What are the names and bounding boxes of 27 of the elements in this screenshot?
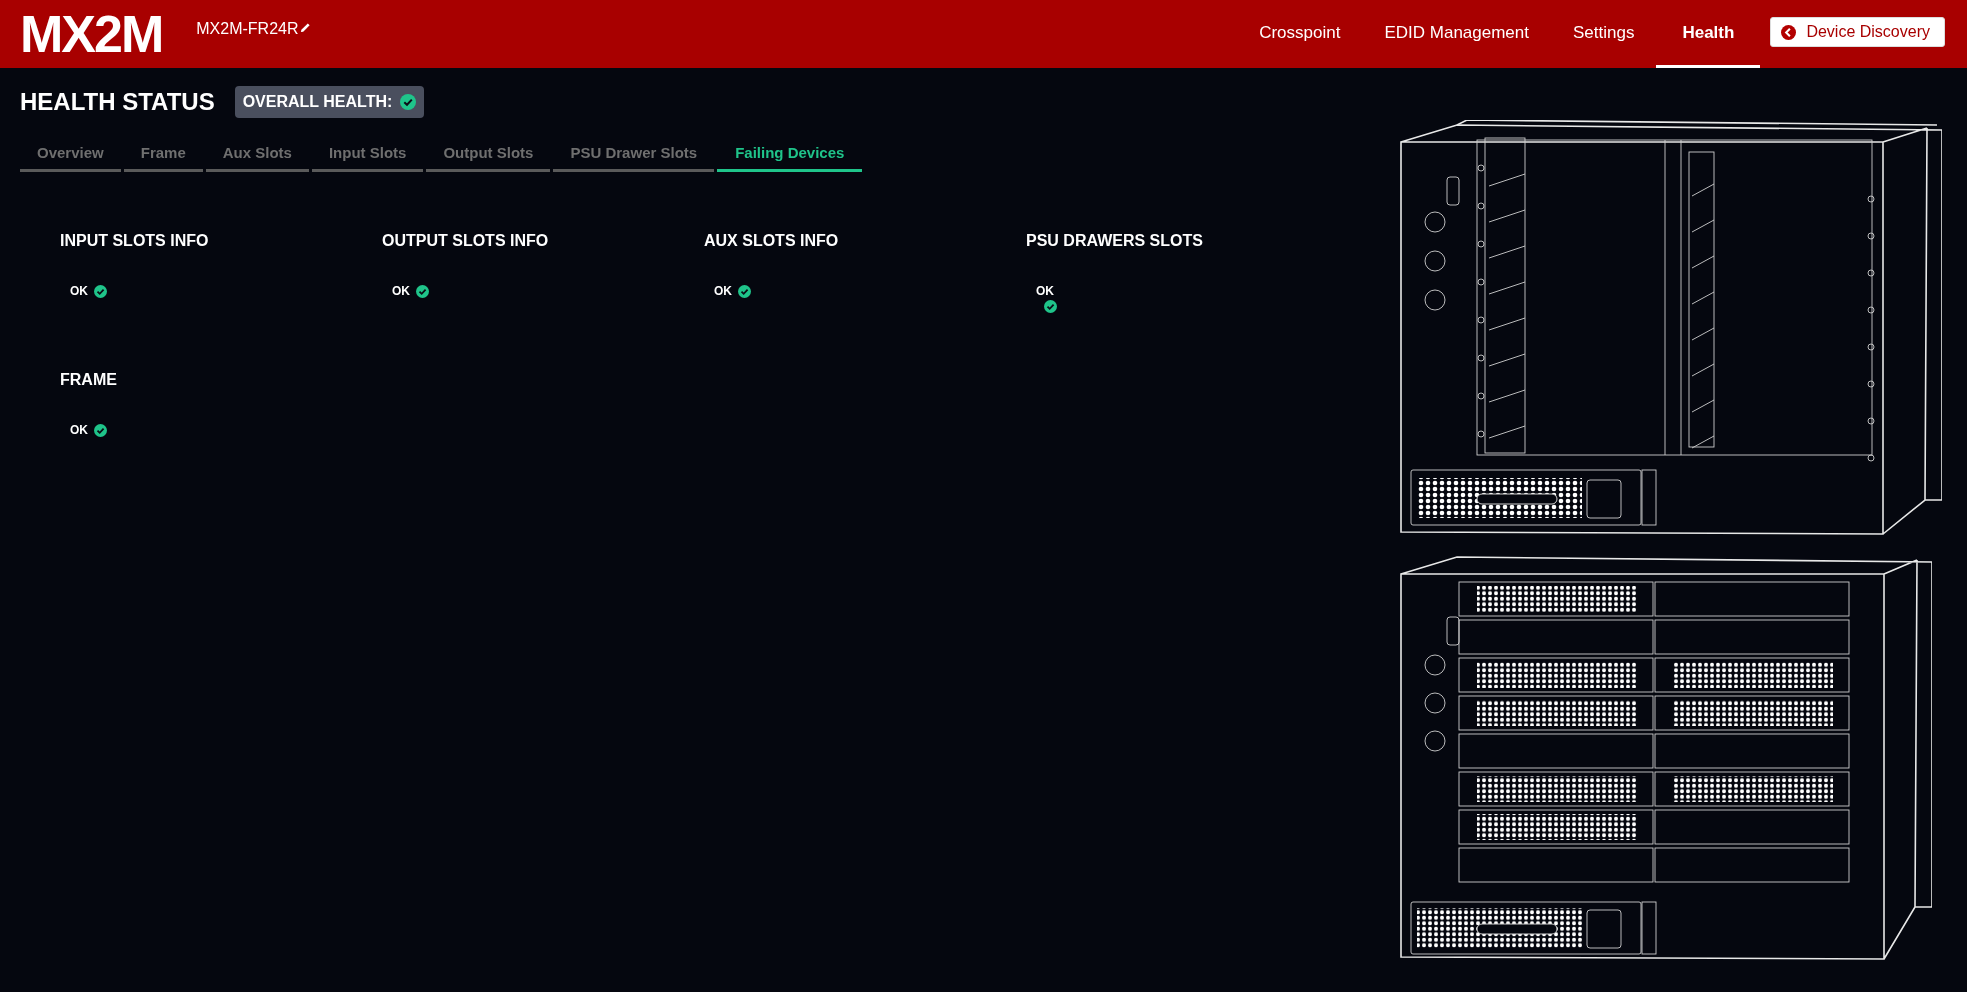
- status-text: OK: [70, 423, 88, 437]
- logo: MX2M: [20, 8, 163, 60]
- nav-link[interactable]: Health: [1656, 0, 1761, 68]
- status-text: OK: [70, 284, 88, 298]
- device-discovery-button[interactable]: Device Discovery: [1770, 17, 1945, 47]
- section-heading: PSU DRAWERS SLOTS: [1026, 232, 1204, 250]
- tab[interactable]: Input Slots: [311, 140, 424, 172]
- page-title: HEALTH STATUS: [20, 88, 215, 116]
- section-heading: OUTPUT SLOTS INFO: [382, 232, 550, 250]
- nav-link[interactable]: Settings: [1551, 0, 1657, 68]
- tab[interactable]: Failing Devices: [717, 140, 863, 172]
- tab[interactable]: Overview: [20, 140, 121, 172]
- status-text: OK: [714, 284, 732, 298]
- tab[interactable]: Frame: [123, 140, 203, 172]
- tab[interactable]: Aux Slots: [205, 140, 309, 172]
- section-heading: AUX SLOTS INFO: [704, 232, 840, 250]
- section-heading: INPUT SLOTS INFO: [60, 232, 210, 250]
- section-heading: FRAME: [60, 371, 118, 389]
- tab[interactable]: PSU Drawer Slots: [553, 140, 715, 172]
- nav-link[interactable]: EDID Management: [1362, 0, 1551, 68]
- overall-health-label: OVERALL HEALTH:: [242, 93, 393, 111]
- nav-link[interactable]: Crosspoint: [1237, 0, 1363, 68]
- status-text: OK: [392, 284, 410, 298]
- pencil-icon[interactable]: [300, 22, 312, 33]
- status-text: OK: [1036, 284, 1054, 298]
- device-name: MX2M-FR24R: [196, 20, 299, 38]
- tab[interactable]: Output Slots: [426, 140, 551, 172]
